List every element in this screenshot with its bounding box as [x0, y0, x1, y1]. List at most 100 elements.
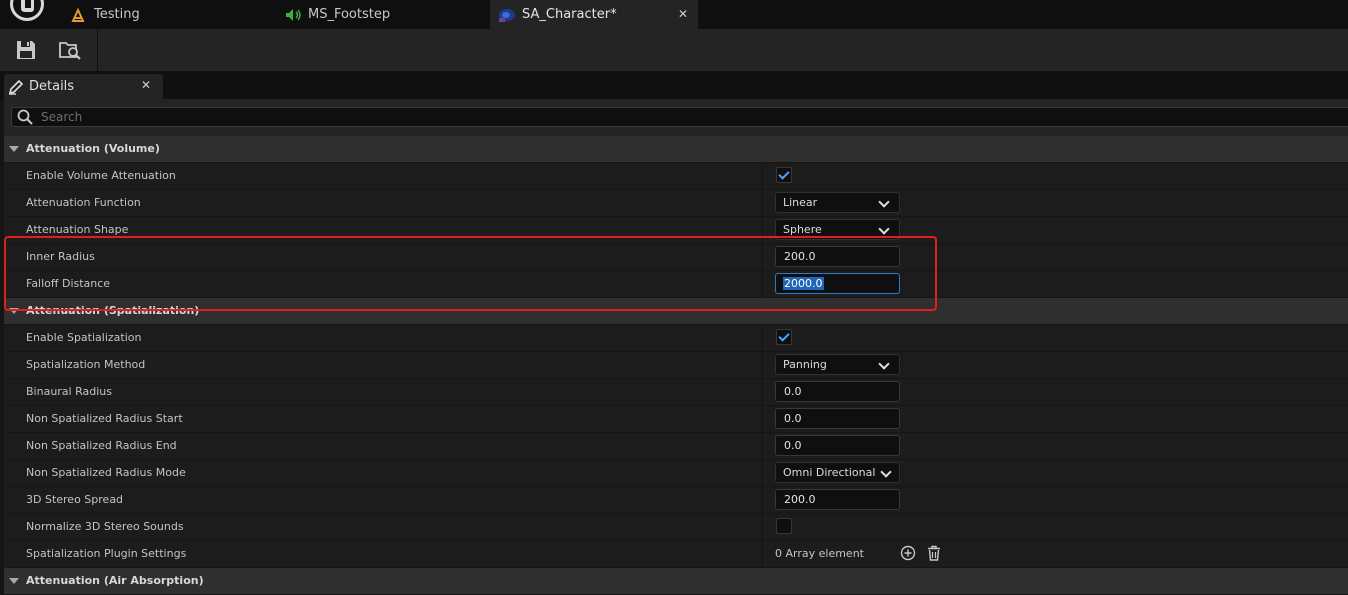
falloff-distance-field[interactable]: 2000.0 [775, 273, 900, 294]
property-label: Enable Volume Attenuation [26, 169, 176, 182]
normalize-3d-stereo-sounds-checkbox[interactable] [776, 518, 792, 534]
property-label: Non Spatialized Radius Start [26, 412, 183, 425]
category-title: Attenuation (Air Absorption) [26, 574, 204, 587]
dropdown-value: Panning [783, 358, 827, 371]
column-divider[interactable] [762, 217, 763, 243]
field-value: 0.0 [784, 385, 802, 398]
property-row-non-spatialized-radius-mode: Non Spatialized Radius Mode Omni Directi… [4, 460, 1348, 487]
property-label: Normalize 3D Stereo Sounds [26, 520, 184, 533]
property-label: 3D Stereo Spread [26, 493, 124, 506]
binaural-radius-field[interactable]: 0.0 [775, 381, 900, 402]
column-divider[interactable] [762, 325, 763, 351]
column-divider[interactable] [762, 190, 763, 216]
enable-volume-attenuation-checkbox[interactable] [776, 167, 792, 183]
dropdown-value: Sphere [783, 223, 822, 236]
column-divider[interactable] [762, 379, 763, 405]
non-spatialized-radius-start-field[interactable]: 0.0 [775, 408, 900, 429]
column-divider[interactable] [762, 514, 763, 540]
inner-radius-field[interactable]: 200.0 [775, 246, 900, 267]
close-icon[interactable]: ✕ [678, 7, 688, 21]
property-row-attenuation-shape: Attenuation Shape Sphere [4, 217, 1348, 244]
tab-sa-character[interactable]: SA_Character* ✕ [490, 0, 698, 29]
dropdown-value: Omni Directional [783, 466, 876, 479]
spatialization-method-dropdown[interactable]: Panning [775, 354, 900, 375]
asset-toolbar [0, 29, 1348, 71]
chevron-down-icon [878, 196, 890, 208]
close-icon[interactable]: ✕ [141, 78, 151, 92]
enable-spatialization-checkbox[interactable] [776, 329, 792, 345]
category-attenuation-volume[interactable]: Attenuation (Volume) [4, 136, 1348, 163]
property-label: Binaural Radius [26, 385, 112, 398]
field-value-selected: 2000.0 [783, 277, 824, 290]
toolbar-divider [97, 29, 98, 71]
property-row-3d-stereo-spread: 3D Stereo Spread 200.0 [4, 487, 1348, 514]
pencil-icon [8, 79, 24, 95]
search-bar [11, 107, 1348, 127]
sound-attenuation-icon [498, 7, 516, 23]
chevron-down-icon [878, 358, 890, 370]
tab-ms-footstep[interactable]: MS_Footstep [280, 0, 490, 29]
property-label: Spatialization Method [26, 358, 146, 371]
property-label: Inner Radius [26, 250, 95, 263]
details-panel-tab[interactable]: Details ✕ [4, 74, 163, 99]
field-value: 0.0 [784, 412, 802, 425]
property-label: Attenuation Shape [26, 223, 129, 236]
save-icon[interactable] [14, 38, 38, 62]
checkmark-icon [778, 168, 790, 180]
column-divider[interactable] [762, 460, 763, 486]
column-divider[interactable] [762, 541, 763, 567]
category-title: Attenuation (Volume) [26, 142, 160, 155]
tab-label: SA_Character* [522, 7, 617, 22]
column-divider[interactable] [762, 433, 763, 459]
document-tab-bar: Testing MS_Footstep SA_Character* ✕ [0, 0, 1348, 29]
column-divider[interactable] [762, 352, 763, 378]
property-label: Non Spatialized Radius End [26, 439, 177, 452]
non-spatialized-radius-mode-dropdown[interactable]: Omni Directional [775, 462, 900, 483]
property-row-spatialization-method: Spatialization Method Panning [4, 352, 1348, 379]
column-divider[interactable] [762, 244, 763, 270]
property-label: Attenuation Function [26, 196, 141, 209]
non-spatialized-radius-end-field[interactable]: 0.0 [775, 435, 900, 456]
attenuation-shape-dropdown[interactable]: Sphere [775, 219, 900, 240]
column-divider[interactable] [762, 487, 763, 513]
field-value: 200.0 [784, 250, 816, 263]
expand-arrow-icon[interactable] [9, 146, 19, 152]
property-row-non-spatialized-radius-start: Non Spatialized Radius Start 0.0 [4, 406, 1348, 433]
search-icon [17, 109, 33, 125]
field-value: 200.0 [784, 493, 816, 506]
3d-stereo-spread-field[interactable]: 200.0 [775, 489, 900, 510]
property-row-enable-spatialization: Enable Spatialization [4, 325, 1348, 352]
tab-label: Testing [94, 7, 140, 22]
chevron-down-icon [878, 223, 890, 235]
property-row-non-spatialized-radius-end: Non Spatialized Radius End 0.0 [4, 433, 1348, 460]
array-element-count: 0 Array element [775, 547, 864, 560]
category-attenuation-spatialization[interactable]: Attenuation (Spatialization) [4, 298, 1348, 325]
category-attenuation-air-absorption[interactable]: Attenuation (Air Absorption) [4, 568, 1348, 595]
trash-icon[interactable] [926, 545, 942, 561]
search-input[interactable] [41, 110, 1321, 124]
unreal-logo-icon[interactable] [6, 0, 48, 22]
attenuation-function-dropdown[interactable]: Linear [775, 192, 900, 213]
add-element-icon[interactable] [900, 545, 916, 561]
checkmark-icon [778, 330, 790, 342]
dropdown-value: Linear [783, 196, 818, 209]
expand-arrow-icon[interactable] [9, 308, 19, 314]
property-row-enable-volume-attenuation: Enable Volume Attenuation [4, 163, 1348, 190]
column-divider[interactable] [762, 406, 763, 432]
property-row-falloff-distance: Falloff Distance 2000.0 [4, 271, 1348, 298]
column-divider[interactable] [762, 271, 763, 297]
expand-arrow-icon[interactable] [9, 578, 19, 584]
category-title: Attenuation (Spatialization) [26, 304, 200, 317]
metasound-icon [284, 7, 302, 23]
tab-testing[interactable]: Testing [70, 0, 280, 29]
browse-icon[interactable] [58, 38, 82, 62]
property-row-attenuation-function: Attenuation Function Linear [4, 190, 1348, 217]
field-value: 0.0 [784, 439, 802, 452]
property-row-spatialization-plugin-settings: Spatialization Plugin Settings 0 Array e… [4, 541, 1348, 568]
column-divider[interactable] [762, 163, 763, 189]
tab-label: MS_Footstep [308, 7, 391, 22]
panel-tab-strip [0, 71, 1348, 99]
property-label: Falloff Distance [26, 277, 111, 290]
property-label: Enable Spatialization [26, 331, 142, 344]
property-row-binaural-radius: Binaural Radius 0.0 [4, 379, 1348, 406]
